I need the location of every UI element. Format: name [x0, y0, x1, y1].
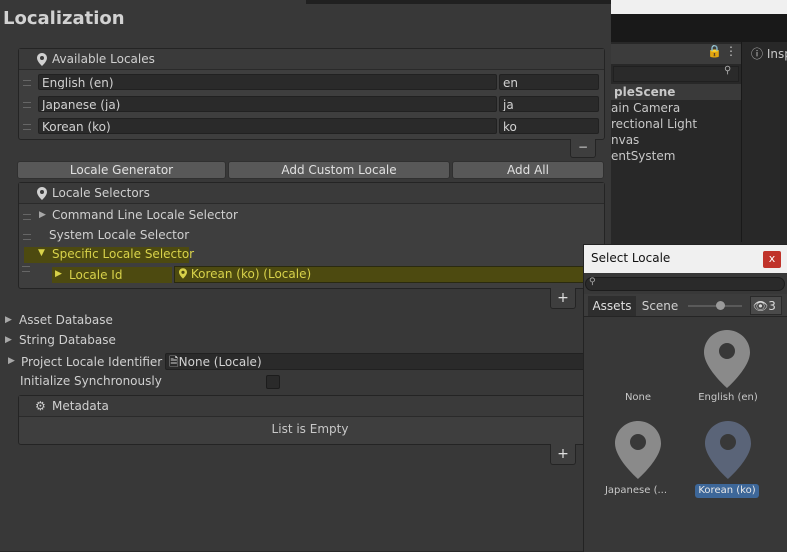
popup-header: Select Locale [584, 245, 787, 273]
metadata-empty-text: List is Empty [271, 422, 349, 436]
search-icon: ⚲ [724, 65, 732, 76]
asset-database-foldout[interactable]: Asset Database [19, 313, 113, 327]
lock-icon[interactable]: 🔒 [707, 44, 722, 58]
hierarchy-item-eventsystem[interactable]: entSystem [611, 148, 741, 164]
panel-divider [741, 42, 742, 242]
window-top-edge [306, 0, 611, 4]
string-database-foldout[interactable]: String Database [19, 333, 116, 347]
locale-id-value: Korean (ko) (Locale) [190, 267, 312, 281]
project-locale-field[interactable]: 🗎None (Locale) [165, 353, 611, 370]
search-icon: ⚲ [589, 277, 596, 287]
add-custom-locale-button[interactable]: Add Custom Locale [228, 161, 450, 179]
metadata-title: Metadata [52, 399, 109, 413]
hierarchy-item-camera[interactable]: ain Camera [611, 100, 741, 116]
menu-icon[interactable]: ⋮ [725, 44, 737, 58]
locale-name-field[interactable]: Korean (ko) [38, 118, 497, 134]
add-metadata-button[interactable]: + [550, 444, 576, 465]
close-button[interactable]: x [763, 251, 781, 268]
info-icon: ⓘ [751, 47, 764, 61]
selector-item-system[interactable]: System Locale Selector [49, 228, 189, 242]
add-selector-button[interactable]: + [550, 288, 576, 309]
location-pin-icon [37, 49, 47, 69]
foldout-arrow-icon[interactable]: ▶ [39, 210, 46, 220]
initialize-sync-checkbox[interactable] [266, 375, 280, 389]
drag-handle[interactable] [22, 266, 30, 272]
locale-selectors-header: Locale Selectors [19, 183, 604, 204]
selector-item-specific[interactable]: Specific Locale Selector [52, 247, 194, 261]
eye-hidden-icon: 👁 [753, 299, 769, 313]
hierarchy-item-scene[interactable]: pleScene [614, 84, 744, 100]
localization-window: Localization Available Locales English (… [0, 0, 611, 551]
metadata-panel: ⚙ Metadata List is Empty [18, 395, 611, 445]
location-pin-icon[interactable] [705, 421, 751, 482]
locale-id-object-field[interactable]: Korean (ko) (Locale) [174, 266, 611, 283]
locale-generator-button[interactable]: Locale Generator [17, 161, 226, 179]
foldout-arrow-icon[interactable]: ▶ [5, 335, 12, 345]
popup-search-input[interactable]: ⚲ [585, 277, 785, 291]
background-toolbar [611, 14, 787, 42]
foldout-arrow-icon[interactable]: ▶ [8, 356, 15, 366]
locale-code-field[interactable]: en [499, 74, 599, 90]
page-title: Localization [3, 8, 125, 29]
locale-code-field[interactable]: ja [499, 96, 599, 112]
foldout-arrow-icon[interactable]: ▶ [5, 315, 12, 325]
hierarchy-header: 🔒 ⋮ [611, 44, 741, 64]
available-locales-panel: Available Locales English (en) en Japane… [18, 48, 605, 140]
foldout-arrow-icon[interactable]: ▶ [55, 269, 62, 279]
location-pin-icon[interactable] [615, 421, 661, 482]
available-locales-title: Available Locales [52, 52, 155, 66]
grid-item-label[interactable]: Japanese (... [591, 485, 681, 496]
zoom-slider-thumb[interactable] [716, 301, 725, 310]
location-pin-icon [179, 267, 191, 281]
metadata-header: ⚙ Metadata [19, 396, 611, 417]
project-locale-value: None (Locale) [178, 355, 262, 369]
initialize-sync-label: Initialize Synchronously [20, 374, 162, 388]
drag-handle[interactable] [23, 234, 31, 240]
locale-code-field[interactable]: ko [499, 118, 599, 134]
hidden-packages-button[interactable]: 👁3 [750, 296, 782, 315]
locale-name-field[interactable]: Japanese (ja) [38, 96, 497, 112]
available-locales-header: Available Locales [19, 49, 604, 70]
locale-name-field[interactable]: English (en) [38, 74, 497, 90]
popup-title: Select Locale [591, 251, 671, 265]
hierarchy-search[interactable]: ⚲ [613, 65, 739, 82]
grid-item-label[interactable]: None [593, 392, 683, 403]
location-pin-icon[interactable] [704, 330, 750, 391]
foldout-arrow-down-icon[interactable]: ▼ [38, 248, 45, 258]
locale-selectors-title: Locale Selectors [52, 186, 150, 200]
remove-locale-button[interactable]: − [570, 139, 596, 158]
add-all-button[interactable]: Add All [452, 161, 604, 179]
tab-assets[interactable]: Assets [588, 296, 636, 316]
grid-item-label[interactable]: English (en) [683, 392, 773, 403]
drag-handle[interactable] [23, 102, 31, 108]
location-pin-icon [37, 183, 47, 203]
locale-id-label: Locale Id [69, 268, 123, 282]
tab-inspector[interactable]: ⓘ Insp [742, 44, 787, 64]
hierarchy-item-canvas[interactable]: nvas [611, 132, 741, 148]
tab-scene[interactable]: Scene [638, 296, 682, 316]
drag-handle[interactable] [23, 80, 31, 86]
drag-handle[interactable] [23, 124, 31, 130]
background-top-strip [611, 0, 787, 14]
document-icon: 🗎 [169, 355, 179, 369]
selector-item-command-line[interactable]: Command Line Locale Selector [52, 208, 238, 222]
hierarchy-item-light[interactable]: rectional Light [611, 116, 741, 132]
grid-item-label-selected[interactable]: Korean (ko) [695, 484, 759, 498]
metadata-gear-icon: ⚙ [35, 399, 46, 413]
project-locale-label: Project Locale Identifier [21, 355, 163, 369]
zoom-slider-track[interactable] [688, 305, 742, 307]
drag-handle[interactable] [23, 214, 31, 220]
